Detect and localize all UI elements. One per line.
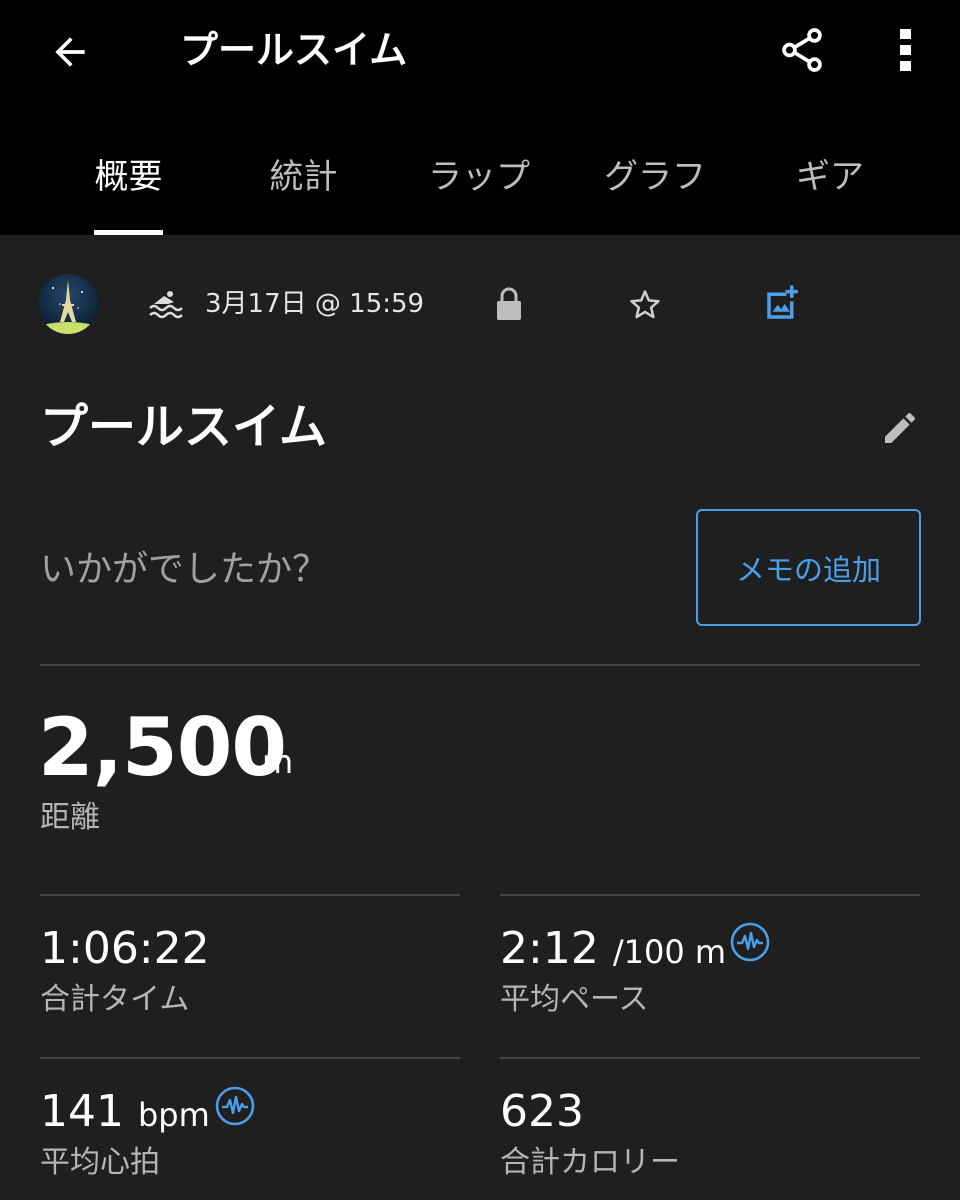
divider [500,894,920,896]
divider [40,894,460,896]
app-bar: プールスイム 概要 統計 ラップ グラフ ギア [0,0,960,235]
more-options-button[interactable] [876,20,936,80]
activity-meta-row: 3月17日 @ 15:59 [0,268,960,342]
activity-date: 3月17日 @ 15:59 [205,289,425,319]
tower-icon [38,280,98,334]
pencil-icon[interactable] [880,408,920,448]
tab-stats[interactable]: 統計 [235,152,372,222]
total-time-label: 合計タイム [40,982,190,1017]
add-photo-icon[interactable] [762,282,804,324]
divider [500,1057,920,1059]
heart-rate-monitor-icon[interactable] [730,922,770,962]
avg-pace-label: 平均ペース [500,982,649,1017]
tab-bar: 概要 統計 ラップ グラフ ギア [0,140,960,235]
add-memo-button[interactable]: メモの追加 [696,509,921,626]
share-button[interactable] [772,20,832,80]
distance-value: 2,500 [38,701,287,794]
arrow-left-icon [55,37,85,67]
total-time-value: 1:06:22 [40,923,210,974]
pool-swim-icon [149,291,183,319]
share-icon [782,28,822,72]
star-outline-icon[interactable] [626,286,664,324]
heart-rate-monitor-icon[interactable] [215,1086,255,1126]
divider [40,1057,460,1059]
avg-hr-unit: bpm [137,1096,210,1134]
divider [40,664,920,666]
tab-overview[interactable]: 概要 [60,152,197,222]
active-tab-indicator [94,230,163,235]
distance-label: 距離 [40,800,100,835]
avatar[interactable] [38,274,98,334]
avg-pace-value: 2:12 /100 m [500,923,727,974]
app-bar-title: プールスイム [180,28,408,72]
calories-label: 合計カロリー [500,1145,680,1180]
tab-laps[interactable]: ラップ [400,152,558,222]
activity-title: プールスイム [40,399,328,455]
distance-unit: m [262,743,294,781]
lock-icon[interactable] [494,286,524,322]
calories-value: 623 [500,1086,584,1137]
feeling-prompt[interactable]: いかがでしたか？ [40,543,328,597]
tab-graphs[interactable]: グラフ [575,152,735,222]
tab-gear[interactable]: ギア [760,152,900,222]
avg-pace-unit: /100 m [612,933,727,971]
avg-hr-value: 141 bpm [40,1086,210,1137]
back-button[interactable] [40,22,100,82]
more-vertical-icon [900,29,911,71]
avg-hr-label: 平均心拍 [40,1145,160,1180]
